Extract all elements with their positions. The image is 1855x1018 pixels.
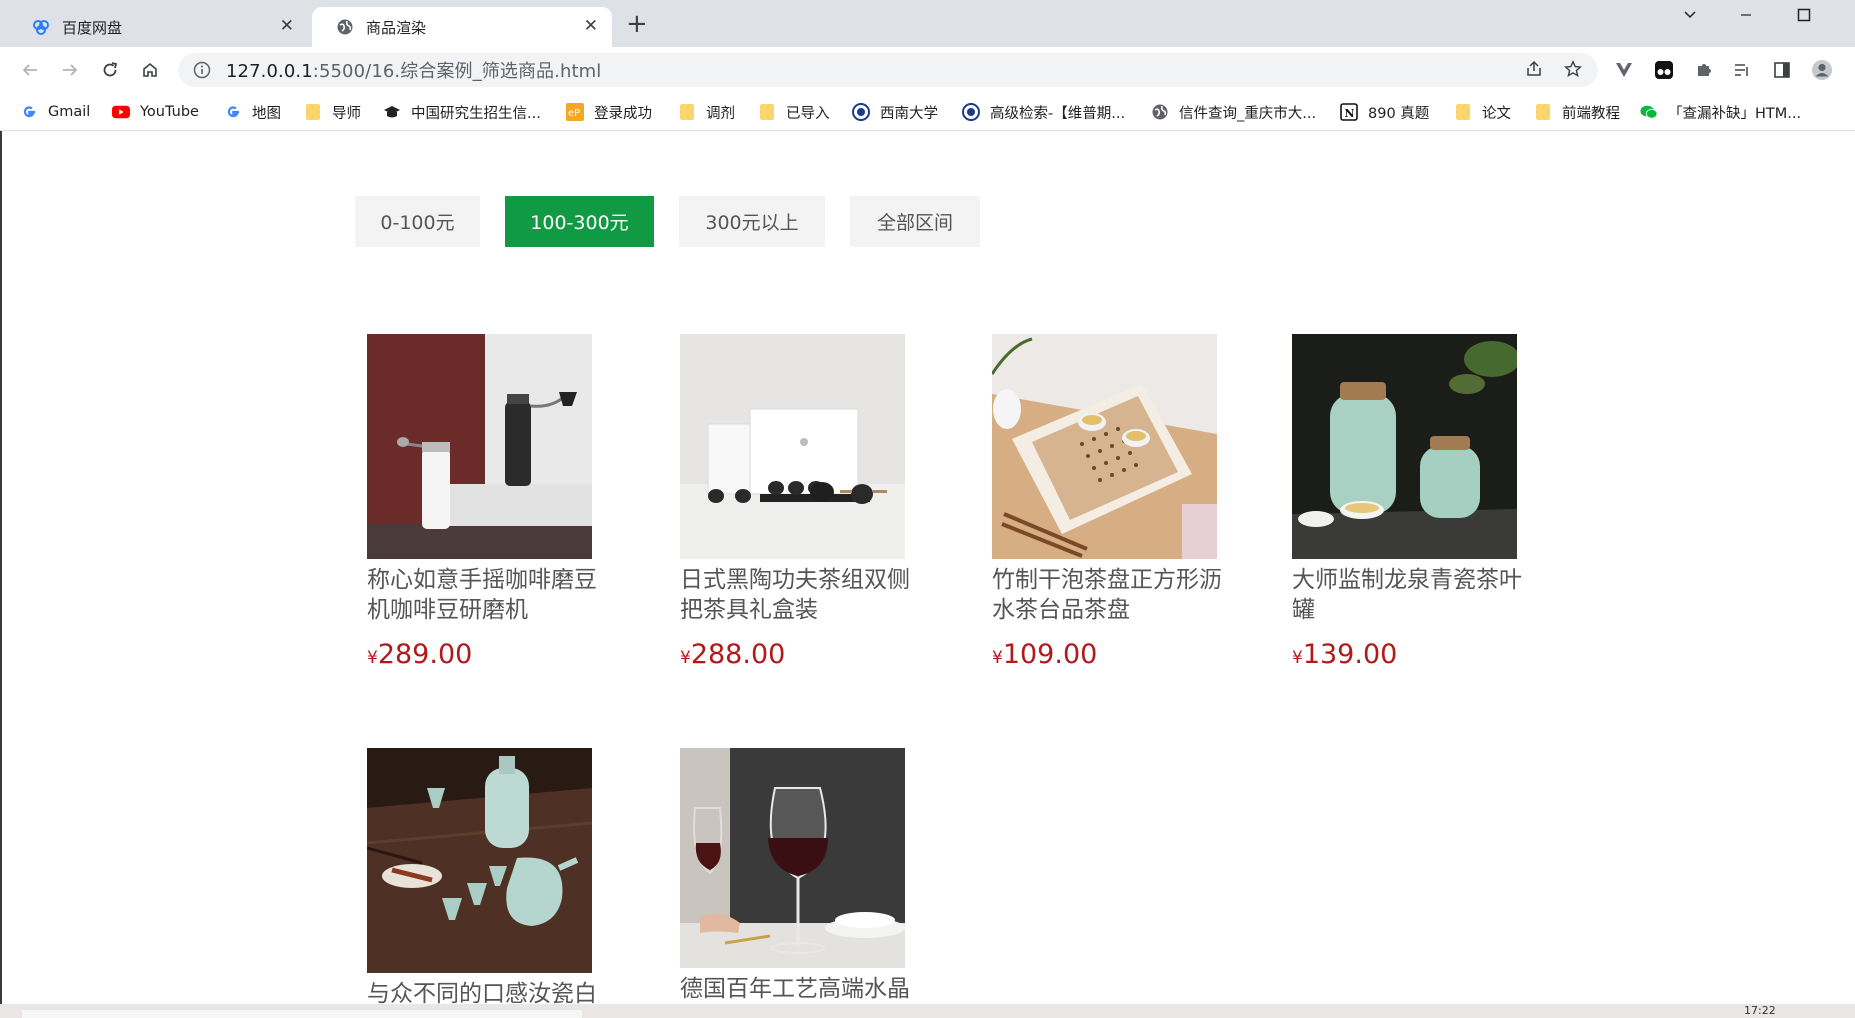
product-price: ¥109.00	[992, 639, 1098, 670]
taskbar-search-box[interactable]	[22, 1010, 582, 1018]
globe-icon	[1151, 103, 1169, 121]
address-bar[interactable]: 127.0.0.1:5500/16.综合案例_筛选商品.html	[178, 53, 1598, 87]
product-name[interactable]: 竹制干泡茶盘正方形沥水茶台品茶盘	[992, 565, 1222, 625]
product-name[interactable]: 称心如意手摇咖啡磨豆机咖啡豆研磨机	[367, 565, 597, 625]
window-left-edge	[0, 131, 2, 1004]
graduation-cap-icon	[383, 103, 401, 121]
bookmark-gmail[interactable]: Gmail	[20, 101, 90, 123]
bookmark-folder-imported[interactable]: 已导入	[758, 101, 830, 123]
forward-button[interactable]	[56, 56, 84, 84]
reload-button[interactable]	[96, 56, 124, 84]
product-card[interactable]: 称心如意手摇咖啡磨豆机咖啡豆研磨机 ¥289.00	[367, 334, 597, 670]
svg-text:eP: eP	[568, 108, 580, 119]
tab-strip: 百度网盘 ✕ 商品渲染 ✕ +	[0, 0, 1855, 47]
bookmark-star-icon[interactable]	[1559, 55, 1587, 83]
notion-icon: N	[1340, 103, 1358, 121]
bookmark-890-exam[interactable]: N 890 真题	[1340, 101, 1429, 123]
tampermonkey-icon[interactable]	[1650, 56, 1678, 84]
ep-icon: eP	[566, 103, 584, 121]
product-price: ¥288.00	[680, 639, 786, 670]
browser-toolbar: 127.0.0.1:5500/16.综合案例_筛选商品.html	[0, 47, 1855, 93]
folder-icon	[758, 103, 776, 121]
wechat-icon	[1640, 103, 1658, 121]
product-name[interactable]: 日式黑陶功夫茶组双侧把茶具礼盒装	[680, 565, 910, 625]
product-card[interactable]: 竹制干泡茶盘正方形沥水茶台品茶盘 ¥109.00	[992, 334, 1222, 670]
extensions-puzzle-icon[interactable]	[1690, 56, 1718, 84]
tab-search-chevron-icon[interactable]	[1660, 0, 1720, 30]
bookmark-maps[interactable]: 地图	[224, 101, 281, 123]
product-image-wine-set[interactable]	[367, 748, 592, 973]
os-taskbar: 17:22	[0, 1004, 1855, 1018]
bookmark-letter-query[interactable]: 信件查询_重庆市大...	[1151, 101, 1316, 123]
bookmark-html-review[interactable]: 「查漏补缺」HTM...	[1640, 101, 1801, 123]
side-panel-icon[interactable]	[1768, 56, 1796, 84]
maximize-button[interactable]	[1774, 0, 1834, 30]
filter-0-100[interactable]: 0-100元	[355, 196, 480, 247]
bookmark-login-success[interactable]: eP 登录成功	[566, 101, 652, 123]
google-g-icon	[20, 103, 38, 121]
product-image-tea-tray[interactable]	[992, 334, 1217, 559]
product-card[interactable]: 日式黑陶功夫茶组双侧把茶具礼盒装 ¥288.00	[680, 334, 910, 670]
google-g-icon	[224, 103, 242, 121]
folder-icon	[1534, 103, 1552, 121]
university-seal-icon	[852, 103, 870, 121]
profile-avatar-icon[interactable]	[1808, 56, 1836, 84]
filter-100-300[interactable]: 100-300元	[505, 196, 654, 247]
product-card[interactable]: 德国百年工艺高端水晶	[680, 748, 910, 1004]
close-tab-icon[interactable]: ✕	[280, 16, 294, 36]
tab-label: 商品渲染	[366, 18, 427, 37]
product-name[interactable]: 德国百年工艺高端水晶	[680, 974, 910, 1004]
back-button[interactable]	[16, 56, 44, 84]
minimize-button[interactable]	[1716, 0, 1776, 30]
product-price: ¥139.00	[1292, 639, 1398, 670]
product-image-wine-glass[interactable]	[680, 748, 905, 968]
site-info-icon[interactable]	[192, 60, 212, 80]
globe-icon	[336, 18, 354, 36]
bookmark-folder-mentor[interactable]: 导师	[304, 101, 361, 123]
tab-label: 百度网盘	[62, 18, 123, 37]
folder-icon	[678, 103, 696, 121]
product-card[interactable]: 与众不同的口感汝瓷白	[367, 748, 597, 1009]
filter-300-plus[interactable]: 300元以上	[679, 196, 825, 247]
reading-list-icon[interactable]	[1728, 56, 1756, 84]
svg-text:N: N	[1345, 107, 1355, 120]
bookmark-youtube[interactable]: YouTube	[112, 101, 199, 123]
product-name[interactable]: 大师监制龙泉青瓷茶叶罐	[1292, 565, 1522, 625]
university-seal-icon	[962, 103, 980, 121]
filter-all[interactable]: 全部区间	[850, 196, 980, 247]
bookmark-folder-papers[interactable]: 论文	[1454, 101, 1511, 123]
vue-devtools-icon[interactable]	[1610, 56, 1638, 84]
close-tab-icon[interactable]: ✕	[584, 16, 598, 36]
new-tab-button[interactable]: +	[626, 9, 648, 39]
home-button[interactable]	[136, 56, 164, 84]
bookmark-swu[interactable]: 西南大学	[852, 101, 938, 123]
bookmark-weipu[interactable]: 高级检索-【维普期...	[962, 101, 1125, 123]
tab-baidu-pan[interactable]: 百度网盘 ✕	[8, 7, 308, 47]
folder-icon	[1454, 103, 1472, 121]
product-image-tea-caddy[interactable]	[1292, 334, 1517, 559]
url-text: 127.0.0.1:5500/16.综合案例_筛选商品.html	[226, 61, 602, 82]
taskbar-clock: 17:22	[1744, 1004, 1776, 1017]
bookmark-yanzhao[interactable]: 中国研究生招生信...	[383, 101, 541, 123]
folder-icon	[304, 103, 322, 121]
baidu-pan-icon	[32, 18, 50, 36]
product-image-tea-set[interactable]	[680, 334, 905, 559]
bookmark-folder-frontend[interactable]: 前端教程	[1534, 101, 1620, 123]
share-icon[interactable]	[1520, 55, 1548, 83]
tab-product-render[interactable]: 商品渲染 ✕	[312, 7, 612, 47]
product-price: ¥289.00	[367, 639, 473, 670]
youtube-icon	[112, 103, 130, 121]
product-image-coffee-grinder[interactable]	[367, 334, 592, 559]
product-card[interactable]: 大师监制龙泉青瓷茶叶罐 ¥139.00	[1292, 334, 1522, 670]
bookmark-folder-adjust[interactable]: 调剂	[678, 101, 735, 123]
bookmarks-bar: Gmail YouTube 地图 导师 中国研究生招生信... eP 登录成功 …	[0, 93, 1855, 131]
